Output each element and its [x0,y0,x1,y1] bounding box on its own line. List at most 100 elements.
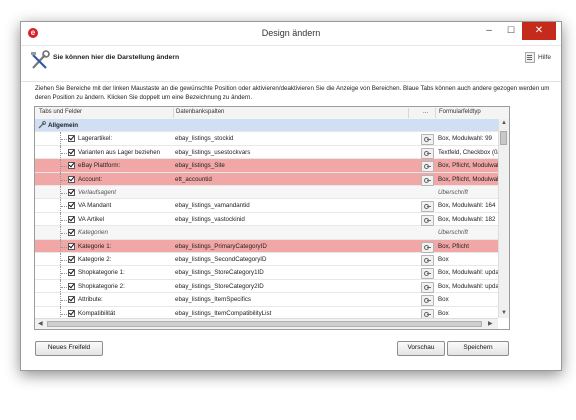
scroll-up-arrow[interactable]: ▲ [501,120,507,126]
group-row-allgemein[interactable]: Allgemein [35,119,498,133]
column-header-db[interactable]: Datenbankspalten [176,109,224,115]
preview-button[interactable]: Vorschau [397,341,445,356]
field-name[interactable]: Lagerartikel: [78,135,174,142]
scroll-right-arrow[interactable]: ▶ [488,320,493,327]
scroll-down-arrow[interactable]: ▼ [501,310,507,316]
db-column: ebay_listings_StoreCategory2ID [175,282,264,290]
horizontal-scroll-thumb[interactable] [47,321,482,327]
horizontal-scrollbar[interactable]: ◀ ▶ [35,318,498,329]
field-name[interactable]: Verlaufsagent [78,189,174,196]
tree-branch [61,139,67,141]
column-header-type[interactable]: Formularfeldtyp [439,109,481,115]
column-divider[interactable] [408,108,409,118]
visibility-checkbox[interactable] [68,282,75,290]
field-name[interactable]: VA Mandant [78,202,174,209]
visibility-checkbox[interactable] [68,269,75,277]
visibility-checkbox[interactable] [68,135,75,143]
design-dialog: e Design ändern – ☐ ✕ Sie können hier di… [20,21,562,371]
title-bar[interactable]: e Design ändern – ☐ ✕ [21,22,561,46]
db-column: ebay_listings_vastockinid [175,215,245,223]
table-row[interactable]: Account: ett_accountid Box, Pflicht, Modul… [35,172,508,187]
key-icon[interactable] [421,161,434,173]
tree-branch [61,313,67,315]
key-icon[interactable] [421,241,434,253]
table-row[interactable]: Shopkategorie 2: ebay_listings_StoreCateg… [35,279,507,294]
field-name[interactable]: eBay Plattform: [78,162,174,169]
maximize-button[interactable]: ☐ [500,22,522,40]
visibility-checkbox[interactable] [68,296,75,304]
column-divider[interactable] [435,108,436,118]
visibility-checkbox[interactable] [68,189,75,196]
wrench-icon [38,121,46,129]
instructions-text: Ziehen Sie Bereiche mit der linken Maust… [35,85,550,101]
key-icon[interactable] [421,174,434,186]
table-row[interactable]: VA Artikel ebay_listings_vastockinid Box, … [35,212,498,227]
key-icon[interactable] [421,134,434,146]
field-name[interactable]: Varianten aus Lager beziehen [78,149,174,156]
field-name[interactable]: Shopkategorie 2: [78,283,174,290]
table-row[interactable]: Verlaufsagent Überschrift [35,186,498,200]
field-name[interactable]: Kategorie 2: [78,256,174,263]
field-name[interactable]: Account: [78,176,174,183]
tree-branch [61,152,67,154]
tree-branch [61,166,67,168]
column-divider[interactable] [173,108,174,118]
close-button[interactable]: ✕ [522,22,556,40]
key-icon[interactable] [421,147,434,159]
db-column: ebay_listings_SecondCategoryID [175,256,267,263]
visibility-checkbox[interactable] [68,256,75,263]
new-field-button[interactable]: Neues Freifeld [35,341,103,356]
db-column: ebay_listings_vamandantid [175,202,250,210]
minimize-button[interactable]: – [478,22,500,40]
visibility-checkbox[interactable] [68,162,75,170]
field-name[interactable]: Attribute: [78,296,174,303]
db-column: ebay_listings_Site [175,162,225,170]
column-header-tabs[interactable]: Tabs und Felder [39,109,82,115]
table-row[interactable]: Kategorie 1: ebay_listings_PrimaryCategor… [35,239,498,254]
table-row[interactable]: Varianten aus Lager beziehen ebay_listing… [35,145,505,160]
field-name[interactable]: Kategorie 1: [78,243,174,250]
db-column: ebay_listings_ItemSpecifics [175,296,252,304]
vertical-scroll-thumb[interactable] [500,131,507,145]
field-name[interactable]: Kategorien [78,229,174,236]
vertical-scrollbar[interactable]: ▲ ▼ [498,119,509,318]
key-icon[interactable] [421,255,434,266]
save-button[interactable]: Speichern [447,341,509,356]
visibility-checkbox[interactable] [68,215,75,223]
key-icon[interactable] [421,268,434,280]
field-name[interactable]: VA Artikel [78,216,174,223]
field-name[interactable]: Kompatibilität [78,310,174,317]
tree-branch [61,179,67,181]
table-row[interactable]: Lagerartikel: ebay_listings_stockid Box, M… [35,132,498,147]
scroll-left-arrow[interactable]: ◀ [38,320,43,327]
help-label: Hilfe [537,54,551,62]
help-link[interactable]: Hilfe [524,52,551,63]
table-row[interactable]: Attribute: ebay_listings_ItemSpecifics Box [35,293,498,308]
table-row[interactable]: Kategorien Überschrift [35,226,498,241]
visibility-checkbox[interactable] [68,148,75,156]
table-row[interactable]: VA Mandant ebay_listings_vamandantid Box, … [35,199,498,214]
column-header-extra[interactable]: ... [423,109,428,115]
visibility-checkbox[interactable] [68,175,75,183]
visibility-checkbox[interactable] [68,309,75,317]
table-row[interactable]: eBay Plattform: ebay_listings_Site Box, Pf… [35,159,508,174]
tree-branch [61,206,67,208]
key-icon[interactable] [421,201,434,213]
tree-branch [61,273,67,275]
visibility-checkbox[interactable] [68,229,75,237]
table-row[interactable]: Shopkategorie 1: ebay_listings_StoreCateg… [35,266,507,281]
db-column: ebay_listings_usestockvars [175,148,251,156]
tree-branch [61,300,67,302]
tree-branch [61,233,67,235]
tree-branch [61,246,67,248]
key-icon[interactable] [421,281,434,293]
tree-branch [61,286,67,288]
key-icon[interactable] [421,214,434,226]
db-column: ebay_listings_StoreCategory1ID [175,269,264,277]
visibility-checkbox[interactable] [68,202,75,210]
visibility-checkbox[interactable] [68,242,75,250]
table-row[interactable]: Kategorie 2: ebay_listings_SecondCategory… [35,253,498,267]
field-name[interactable]: Shopkategorie 1: [78,269,174,276]
key-icon[interactable] [421,295,434,307]
tree-branch [61,219,67,221]
